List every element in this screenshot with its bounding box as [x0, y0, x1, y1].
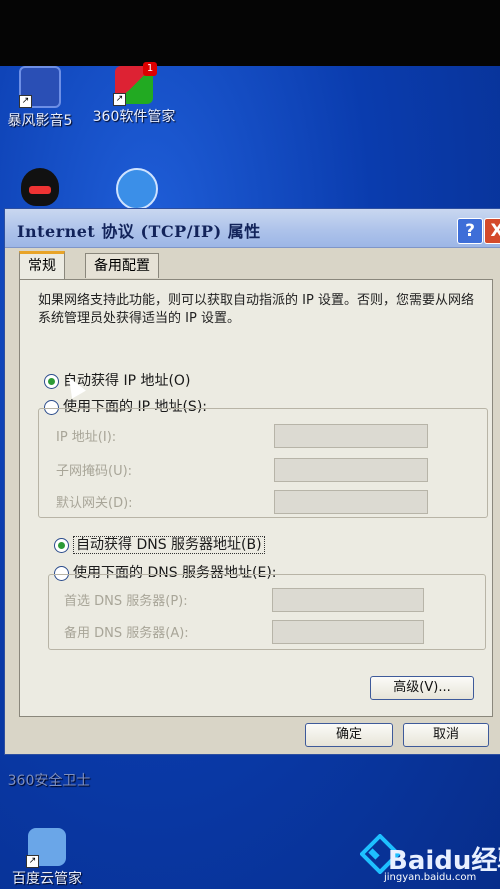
preferred-dns-field[interactable] — [272, 588, 424, 612]
auto-dns-label: 自动获得 DNS 服务器地址(B) — [73, 536, 265, 554]
baidu-cloud-icon: ↗ — [26, 828, 66, 868]
shortcut-arrow-icon: ↗ — [26, 855, 39, 868]
subnet-mask-label: 子网掩码(U): — [56, 464, 133, 479]
default-gateway-label: 默认网关(D): — [56, 496, 133, 511]
desktop-icon-360-software-manager[interactable]: 1 ↗ 360软件管家 — [88, 62, 180, 126]
tcpip-properties-dialog: Internet 协议 (TCP/IP) 属性 ? X 常规 备用配置 如果网络… — [4, 208, 500, 755]
tab-general[interactable]: 常规 — [19, 251, 65, 282]
baofeng-icon: ↗ — [19, 66, 61, 108]
dialog-title: Internet 协议 (TCP/IP) 属性 — [17, 222, 261, 241]
default-gateway-field[interactable] — [274, 490, 428, 514]
desktop-icon-browser[interactable] — [116, 168, 158, 212]
tab-alternate-config[interactable]: 备用配置 — [85, 253, 159, 278]
desktop-icon-baidu-cloud[interactable]: ↗ 百度云管家 — [2, 828, 92, 888]
alternate-dns-label: 备用 DNS 服务器(A): — [64, 626, 189, 641]
preferred-dns-label: 首选 DNS 服务器(P): — [64, 594, 188, 609]
desktop-icon-label: 暴风影音5 — [7, 113, 73, 129]
screen-bezel — [0, 0, 500, 66]
desktop-icon-label: 360安全卫士 — [7, 773, 91, 789]
ip-address-label: IP 地址(I): — [56, 430, 117, 445]
desktop-icon-baofeng[interactable]: ↗ 暴风影音5 — [2, 66, 78, 130]
desktop-icon-qq[interactable] — [20, 168, 60, 208]
desktop-icon-360-security[interactable]: 360安全卫士 — [4, 758, 94, 790]
auto-dns-radio-row[interactable]: 自动获得 DNS 服务器地址(B) — [54, 536, 265, 554]
ip-address-field[interactable] — [274, 424, 428, 448]
browser-icon — [116, 168, 158, 210]
help-button[interactable]: ? — [457, 218, 483, 244]
watermark-url: jingyan.baidu.com — [384, 872, 477, 883]
cancel-button[interactable]: 取消 — [403, 723, 489, 747]
description-text: 如果网络支持此功能，则可以获取自动指派的 IP 设置。否则，您需要从网络系统管理… — [38, 293, 474, 326]
auto-dns-radio[interactable] — [54, 537, 69, 553]
dialog-titlebar[interactable]: Internet 协议 (TCP/IP) 属性 ? X — [5, 209, 500, 248]
alternate-dns-field[interactable] — [272, 620, 424, 644]
tab-panel-general: 如果网络支持此功能，则可以获取自动指派的 IP 设置。否则，您需要从网络系统管理… — [19, 279, 493, 717]
desktop-icon-label: 360软件管家 — [92, 109, 176, 125]
subnet-mask-field[interactable] — [274, 458, 428, 482]
ok-button[interactable]: 确定 — [305, 723, 393, 747]
360-software-manager-icon: 1 ↗ — [113, 62, 157, 106]
advanced-button[interactable]: 高级(V)... — [370, 676, 474, 700]
qq-penguin-icon — [21, 168, 59, 206]
auto-ip-radio[interactable] — [44, 373, 59, 389]
shortcut-arrow-icon: ↗ — [113, 93, 126, 106]
badge: 1 — [143, 62, 157, 76]
360-security-icon — [44, 758, 54, 768]
desktop-icon-label: 百度云管家 — [12, 871, 82, 887]
baidu-jingyan-watermark: Baidu经验 jingyan.baidu.com — [360, 832, 500, 889]
shortcut-arrow-icon: ↗ — [19, 95, 32, 108]
close-button[interactable]: X — [484, 218, 500, 244]
